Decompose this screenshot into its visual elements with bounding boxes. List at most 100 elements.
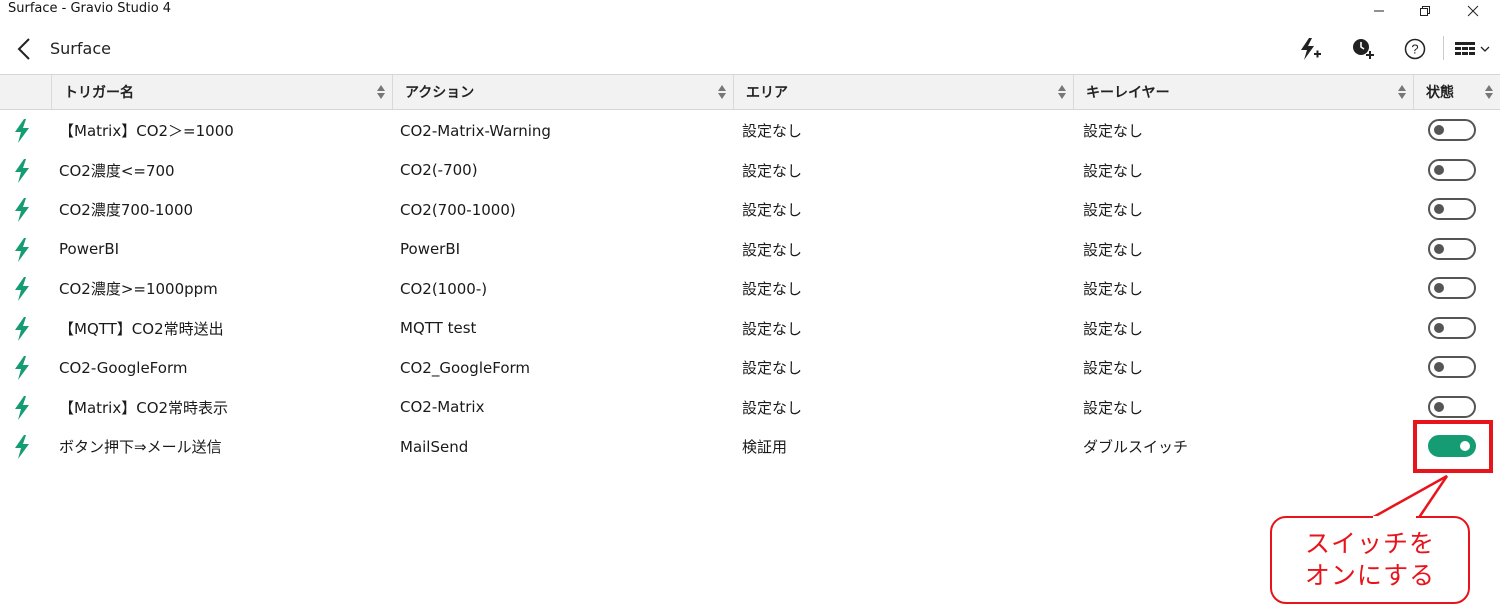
add-trigger-icon (1301, 38, 1321, 60)
trigger-name: CO2-GoogleForm (59, 358, 188, 377)
column-header-label: 状態 (1426, 85, 1454, 101)
action-name: CO2-Matrix-Warning (400, 121, 551, 140)
key-layer-name: 設定なし (1083, 122, 1144, 141)
trigger-bolt-icon (15, 356, 29, 380)
annotation-callout: スイッチを オンにする (1270, 516, 1470, 604)
column-header-label: キーレイヤー (1086, 85, 1170, 101)
callout-text-line1: スイッチを (1304, 529, 1435, 558)
sort-icon[interactable] (376, 84, 386, 100)
column-header-key-layer[interactable]: キーレイヤー (1073, 75, 1413, 109)
status-toggle[interactable] (1428, 395, 1476, 418)
toggle-knob (1434, 322, 1444, 333)
back-button[interactable] (10, 34, 38, 64)
restore-icon (1420, 6, 1430, 16)
trigger-bolt-icon (15, 395, 29, 420)
action-name: CO2(1000-) (400, 279, 488, 298)
close-icon (1467, 5, 1479, 17)
status-toggle[interactable] (1428, 119, 1476, 141)
toggle-knob (1434, 164, 1444, 175)
key-layer-name: 設定なし (1083, 319, 1144, 338)
column-header-status[interactable]: 状態 (1413, 75, 1500, 109)
trigger-name: CO2濃度<=700 (59, 161, 175, 180)
toggle-knob (1434, 204, 1444, 214)
table-row[interactable]: 【Matrix】CO2＞=1000 CO2-Matrix-Warning 設定な… (0, 111, 1500, 151)
maximize-button[interactable] (1402, 0, 1448, 22)
annotation-highlight-box (1413, 420, 1493, 473)
key-layer-name: 設定なし (1083, 398, 1144, 417)
trigger-name: CO2濃度700-1000 (59, 201, 194, 220)
table-row[interactable]: CO2濃度>=1000ppm CO2(1000-) 設定なし 設定なし (0, 269, 1500, 309)
table-row[interactable]: CO2濃度<=700 CO2(-700) 設定なし 設定なし (0, 151, 1500, 191)
column-header-label: アクション (405, 85, 475, 101)
area-name: 設定なし (742, 280, 803, 299)
svg-text:?: ? (1411, 42, 1418, 57)
layout-menu-button[interactable] (1450, 34, 1494, 64)
chevron-down-icon (1480, 46, 1490, 52)
layout-menu-icon (1455, 42, 1475, 55)
trigger-bolt-icon (15, 435, 29, 459)
status-toggle[interactable] (1428, 356, 1476, 378)
sort-icon[interactable] (1397, 84, 1407, 100)
sort-icon[interactable] (1484, 84, 1494, 100)
key-layer-name: 設定なし (1083, 280, 1144, 299)
status-toggle[interactable] (1428, 158, 1476, 181)
add-schedule-button[interactable] (1347, 34, 1379, 64)
table-row[interactable]: CO2濃度700-1000 CO2(700-1000) 設定なし 設定なし (0, 190, 1500, 230)
area-name: 設定なし (742, 359, 803, 378)
toggle-knob (1434, 362, 1444, 372)
action-name: CO2-Matrix (400, 398, 485, 417)
minimize-button[interactable] (1356, 0, 1402, 22)
page-title: Surface (50, 39, 111, 58)
table-row[interactable]: ボタン押下⇒メール送信 MailSend 検証用 ダブルスイッチ (0, 427, 1500, 467)
area-name: 設定なし (742, 161, 803, 180)
action-name: CO2(-700) (400, 161, 478, 180)
area-name: 設定なし (742, 201, 803, 220)
table-header: トリガー名 アクション エリア キーレイヤー 状態 (0, 74, 1500, 110)
column-header-action[interactable]: アクション (392, 75, 733, 109)
table-row[interactable]: PowerBI PowerBI 設定なし 設定なし (0, 230, 1500, 270)
status-toggle[interactable] (1428, 198, 1476, 220)
window-title: Surface - Gravio Studio 4 (8, 1, 172, 16)
trigger-bolt-icon (15, 119, 29, 143)
key-layer-name: 設定なし (1083, 240, 1144, 259)
action-name: MailSend (400, 437, 469, 456)
help-button[interactable]: ? (1399, 34, 1431, 64)
app-bar: Surface ? (0, 26, 1500, 72)
key-layer-name: 設定なし (1083, 201, 1144, 220)
toolbar-divider (1443, 36, 1444, 60)
trigger-bolt-icon (15, 316, 29, 341)
trigger-name: 【MQTT】CO2常時送出 (59, 319, 224, 338)
action-name: CO2(700-1000) (400, 200, 516, 219)
sort-icon[interactable] (717, 84, 727, 100)
action-name: CO2_GoogleForm (400, 358, 531, 377)
callout-text-line2: オンにする (1304, 561, 1436, 590)
column-header-trigger[interactable]: トリガー名 (51, 75, 392, 109)
key-layer-name: 設定なし (1083, 161, 1144, 180)
table-row[interactable]: 【MQTT】CO2常時送出 MQTT test 設定なし 設定なし (0, 309, 1500, 349)
area-name: 検証用 (742, 438, 788, 457)
minimize-icon (1374, 10, 1384, 12)
add-trigger-button[interactable] (1294, 34, 1326, 64)
back-arrow-icon (17, 38, 30, 60)
trigger-name: ボタン押下⇒メール送信 (59, 438, 222, 457)
toggle-knob (1434, 401, 1444, 412)
trigger-bolt-icon (15, 277, 29, 301)
area-name: 設定なし (742, 319, 803, 338)
trigger-name: PowerBI (59, 240, 120, 259)
close-button[interactable] (1450, 0, 1496, 22)
toggle-knob (1434, 283, 1444, 293)
toggle-knob (1434, 125, 1444, 135)
key-layer-name: 設定なし (1083, 359, 1144, 378)
action-name: MQTT test (400, 319, 477, 338)
column-header-area[interactable]: エリア (733, 75, 1073, 109)
column-header-label: エリア (746, 85, 788, 101)
toggle-knob (1434, 243, 1444, 254)
status-toggle[interactable] (1428, 237, 1476, 260)
table-row[interactable]: 【Matrix】CO2常時表示 CO2-Matrix 設定なし 設定なし (0, 388, 1500, 428)
add-schedule-icon (1353, 39, 1374, 59)
status-toggle[interactable] (1428, 316, 1476, 339)
help-icon: ? (1404, 38, 1426, 60)
status-toggle[interactable] (1428, 277, 1476, 299)
sort-icon[interactable] (1057, 84, 1067, 100)
table-row[interactable]: CO2-GoogleForm CO2_GoogleForm 設定なし 設定なし (0, 348, 1500, 388)
